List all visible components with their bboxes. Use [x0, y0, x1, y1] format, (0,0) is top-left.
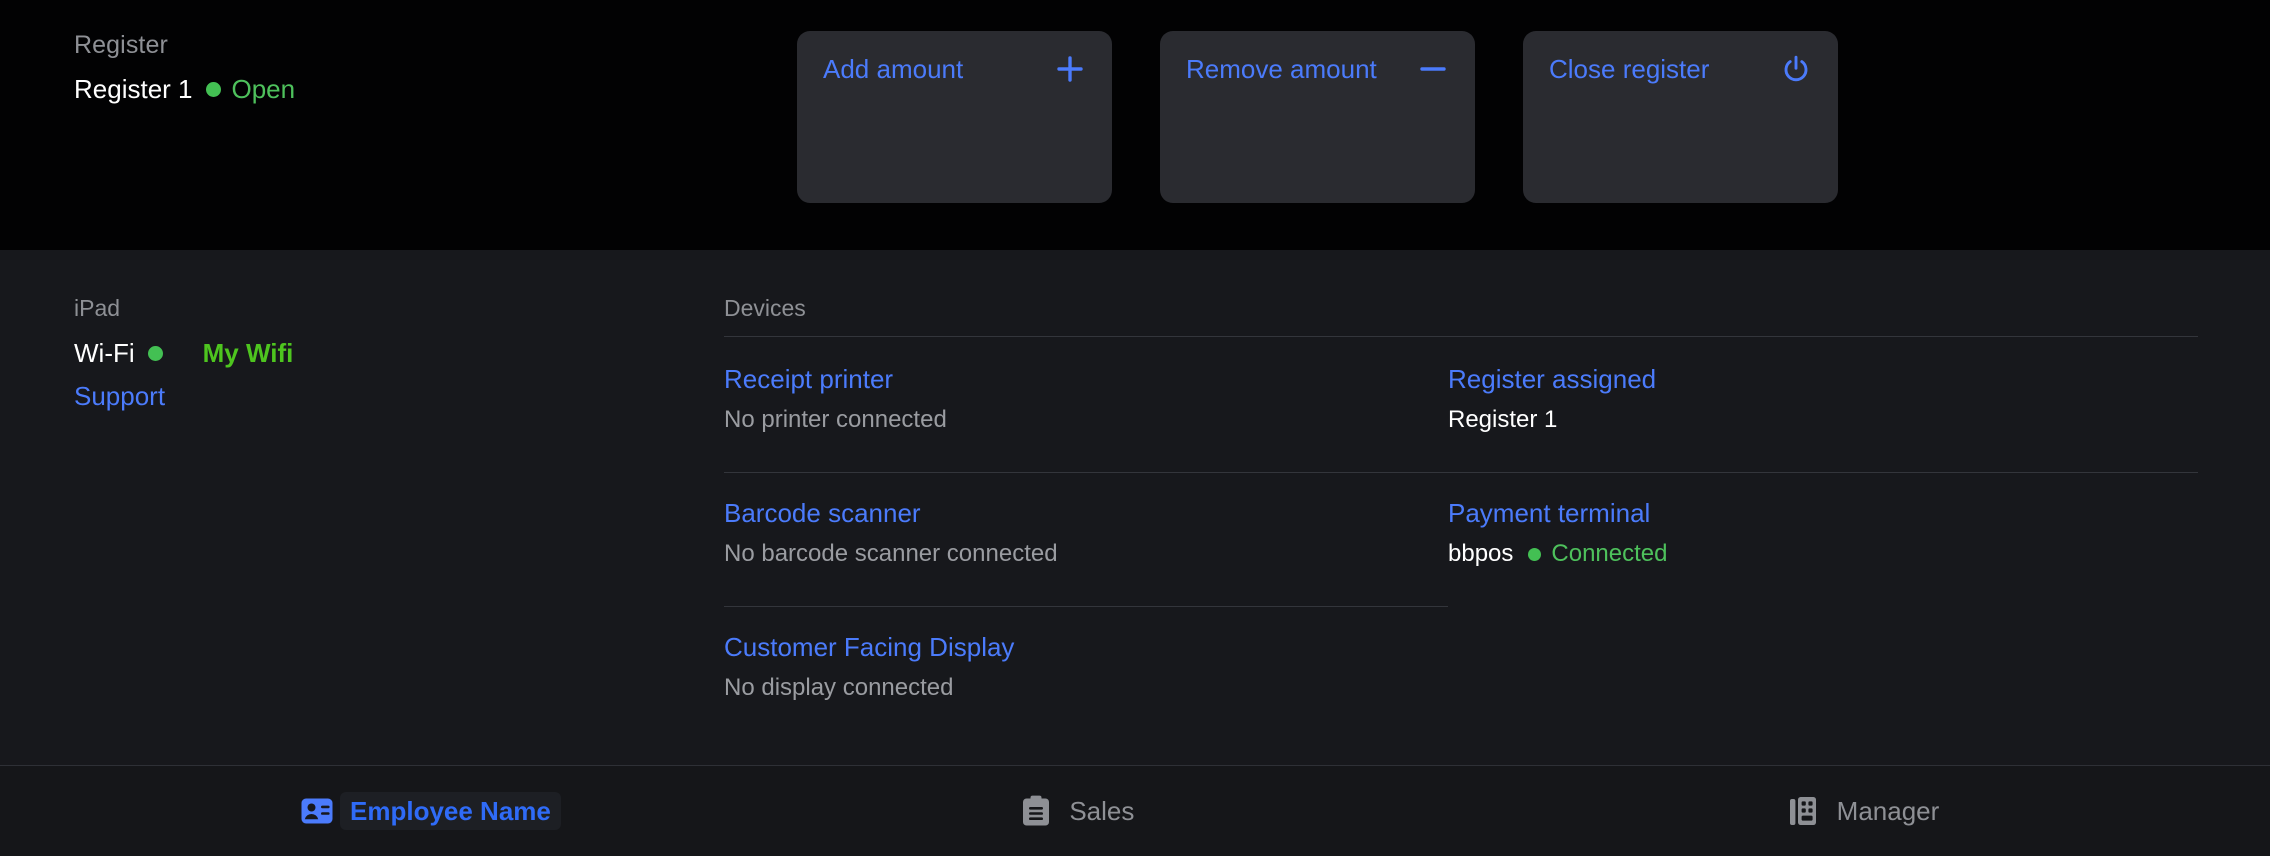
tab-sales-label: Sales: [1069, 796, 1135, 826]
power-icon: [1780, 53, 1812, 85]
barcode-scanner-status: No barcode scanner connected: [724, 540, 1058, 567]
tab-manager[interactable]: Manager: [1503, 766, 2270, 856]
close-register-button[interactable]: Close register: [1523, 31, 1838, 203]
panel-columns: iPad Wi-Fi My Wifi Support Devices Recei…: [0, 294, 2270, 726]
receipt-printer-status: No printer connected: [724, 406, 947, 433]
register-section-label: Register: [74, 31, 168, 59]
register-status-dot-icon: [205, 81, 221, 97]
device-item-barcode-scanner: Barcode scanner No barcode scanner conne…: [724, 473, 1448, 592]
wifi-status-dot-icon: [147, 345, 163, 361]
device-item-customer-facing-display: Customer Facing Display No display conne…: [724, 607, 1448, 726]
receipt-printer-link[interactable]: Receipt printer: [724, 363, 893, 395]
remove-amount-label: Remove amount: [1186, 54, 1377, 84]
assignment-list: Register assigned Register 1 Payment ter…: [1448, 337, 2198, 592]
payment-terminal-value: bbpos Connected: [1448, 540, 2198, 568]
clipboard-icon: [1019, 794, 1053, 828]
wifi-row: Wi-Fi My Wifi: [74, 338, 724, 368]
building-icon: [1787, 794, 1821, 828]
barcode-scanner-link[interactable]: Barcode scanner: [724, 497, 921, 529]
ipad-section-label: iPad: [74, 295, 121, 321]
devices-column: Devices Receipt printer No printer conne…: [724, 294, 1448, 726]
tab-employee-name[interactable]: Employee Name: [0, 766, 783, 856]
id-badge-icon: [300, 794, 334, 828]
add-amount-button[interactable]: Add amount: [797, 31, 1112, 203]
assignment-item-payment-terminal: Payment terminal bbpos Connected: [1448, 473, 2198, 592]
wifi-network-name: My Wifi: [202, 338, 294, 368]
add-amount-label: Add amount: [823, 54, 964, 84]
register-name: Register 1: [74, 74, 193, 104]
tab-manager-label: Manager: [1836, 796, 1940, 826]
register-status-row: Register 1 Open: [74, 74, 295, 104]
minus-icon: [1417, 53, 1449, 85]
assignment-section-label: [1448, 294, 2198, 322]
top-bar: Register Register 1 Open Add amount Remo…: [0, 0, 2270, 250]
payment-terminal-status-text: Connected: [1551, 540, 1668, 567]
register-summary: Register Register 1 Open: [74, 28, 295, 104]
register-actions: Add amount Remove amount Close register: [797, 31, 1838, 203]
register-assigned-link[interactable]: Register assigned: [1448, 363, 1656, 395]
assignment-column: Register assigned Register 1 Payment ter…: [1448, 294, 2198, 726]
device-item-receipt-printer: Receipt printer No printer connected: [724, 337, 1448, 458]
wifi-label: Wi-Fi: [74, 338, 135, 368]
support-link[interactable]: Support: [74, 381, 165, 411]
payment-terminal-name: bbpos: [1448, 540, 1514, 567]
assignment-item-register: Register assigned Register 1: [1448, 337, 2198, 458]
pos-register-screen: Register Register 1 Open Add amount Remo…: [0, 0, 2270, 856]
bottom-navigation: Employee Name Sales Manager: [0, 766, 2270, 856]
plus-icon: [1054, 53, 1086, 85]
close-register-label: Close register: [1549, 54, 1710, 84]
payment-terminal-link[interactable]: Payment terminal: [1448, 497, 1650, 529]
devices-list: Receipt printer No printer connected Bar…: [724, 337, 1448, 726]
register-assigned-value: Register 1: [1448, 406, 2198, 434]
register-assigned-name: Register 1: [1448, 406, 1558, 433]
payment-terminal-status-dot-icon: [1528, 547, 1542, 561]
tab-sales[interactable]: Sales: [783, 766, 1502, 856]
devices-section-label: Devices: [724, 295, 806, 321]
register-status-text: Open: [231, 74, 296, 104]
customer-facing-display-link[interactable]: Customer Facing Display: [724, 631, 1014, 663]
ipad-info-column: iPad Wi-Fi My Wifi Support: [0, 294, 724, 726]
customer-facing-display-status: No display connected: [724, 674, 954, 701]
remove-amount-button[interactable]: Remove amount: [1160, 31, 1475, 203]
tab-employee-name-label: Employee Name: [340, 792, 561, 830]
main-panel: iPad Wi-Fi My Wifi Support Devices Recei…: [0, 250, 2270, 766]
